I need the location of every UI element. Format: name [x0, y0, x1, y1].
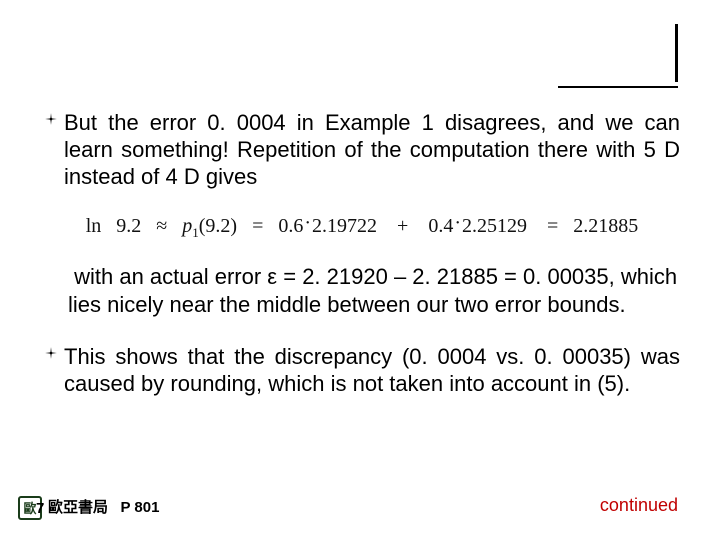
publisher-name: 歐亞書局	[48, 499, 108, 516]
continuation-text: with an actual error ε = 2. 21920 – 2. 2…	[68, 263, 680, 318]
page-index-overlay: 7	[36, 500, 44, 517]
bullet-item-1: But the error 0. 0004 in Example 1 disag…	[44, 110, 680, 190]
content-area: But the error 0. 0004 in Example 1 disag…	[44, 110, 680, 408]
bullet-1-text: But the error 0. 0004 in Example 1 disag…	[64, 110, 680, 190]
equation: ln 9.2 ≈ p1(9.2) = 0.6·2.19722 + 0.4·2.2…	[86, 215, 639, 237]
page-label: P 801	[121, 499, 160, 516]
eq-t1a: 0.6	[278, 215, 303, 237]
publisher-line: 歐亞書局 P 801	[48, 496, 159, 517]
continued-label: continued	[600, 495, 678, 516]
eq-rhs: 2.21885	[573, 215, 638, 237]
eq-equals1: =	[252, 215, 263, 237]
bullet-2-text: This shows that the discrepancy (0. 0004…	[64, 344, 680, 398]
eq-t2b: 2.25129	[462, 215, 527, 237]
eq-ln: ln	[86, 215, 102, 237]
eq-dot1: ·	[304, 212, 311, 235]
eq-p-arg: (9.2)	[199, 215, 237, 237]
bullet-star-icon	[44, 112, 58, 190]
eq-approx: ≈	[156, 215, 167, 237]
bullet-star-icon	[44, 346, 58, 398]
eq-t1b: 2.19722	[312, 215, 377, 237]
decor-line-horizontal	[558, 86, 678, 88]
equation-block: ln 9.2 ≈ p1(9.2) = 0.6·2.19722 + 0.4·2.2…	[44, 212, 680, 241]
eq-equals2: =	[547, 215, 558, 237]
decor-line-vertical	[675, 24, 678, 82]
bullet-item-2: This shows that the discrepancy (0. 0004…	[44, 344, 680, 398]
footer: 歐 7 歐亞書局 P 801 continued	[0, 494, 720, 520]
eq-t2a: 0.4	[428, 215, 453, 237]
eq-dot2: ·	[454, 212, 461, 235]
eq-plus: +	[397, 215, 408, 237]
logo-char: 歐	[23, 502, 36, 515]
slide: But the error 0. 0004 in Example 1 disag…	[0, 0, 720, 540]
eq-lhs-arg: 9.2	[116, 215, 141, 237]
eq-p-symbol: p	[182, 215, 192, 237]
